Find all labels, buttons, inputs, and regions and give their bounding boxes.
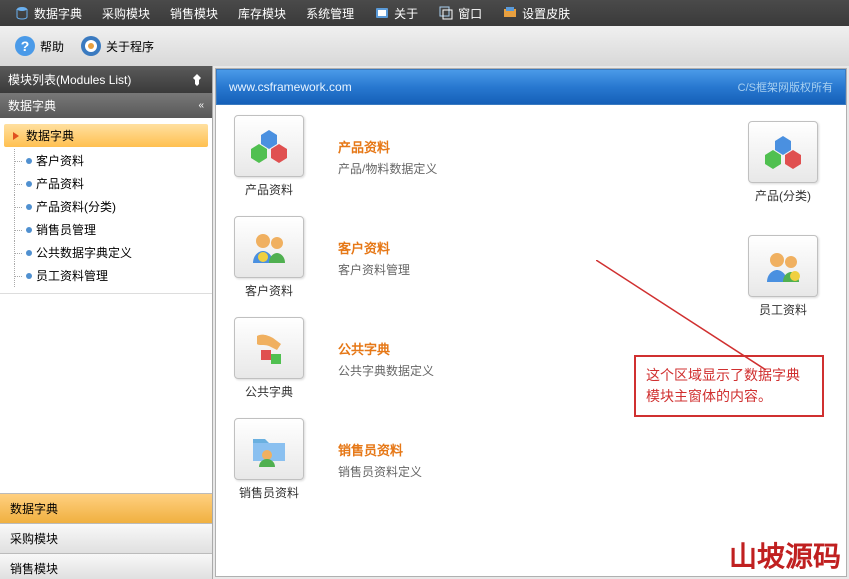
- tree-item-product[interactable]: 产品资料: [4, 172, 208, 195]
- toolbar-help-label: 帮助: [40, 38, 64, 55]
- bullet-icon: [26, 250, 32, 256]
- tree-item-employee[interactable]: 员工资料管理: [4, 264, 208, 287]
- section-title: 数据字典: [8, 97, 56, 114]
- tree-item-product-cat[interactable]: 产品资料(分类): [4, 195, 208, 218]
- folder-user-icon: [249, 429, 289, 469]
- skin-icon: [502, 5, 518, 21]
- toolbar-about-program[interactable]: 关于程序: [72, 31, 162, 61]
- menu-system[interactable]: 系统管理: [296, 1, 364, 26]
- cubes-icon: [763, 132, 803, 172]
- tile-product[interactable]: 产品资料: [230, 115, 308, 198]
- main-container: 模块列表(Modules List) 数据字典 « 数据字典 客户资料 产品资料…: [0, 66, 849, 579]
- tree-root-item[interactable]: 数据字典: [4, 124, 208, 147]
- help-icon: ?: [14, 35, 36, 57]
- menu-sales[interactable]: 销售模块: [160, 1, 228, 26]
- window-icon: [438, 5, 454, 21]
- info-icon: [374, 5, 390, 21]
- watermark: 山坡源码: [729, 535, 841, 575]
- bullet-icon: [26, 204, 32, 210]
- users-icon: [249, 227, 289, 267]
- sidebar-title: 模块列表(Modules List): [8, 71, 131, 88]
- about-program-icon: [80, 35, 102, 57]
- bullet-icon: [26, 158, 32, 164]
- content-header-copyright: C/S框架网版权所有: [738, 79, 833, 95]
- bottom-item-sales[interactable]: 销售模块: [0, 553, 212, 579]
- menu-window[interactable]: 窗口: [428, 1, 492, 26]
- tree-view: 数据字典 客户资料 产品资料 产品资料(分类) 销售员管理 公共数据字典定义 员…: [0, 118, 212, 293]
- arrow-right-icon: [10, 130, 22, 142]
- chevron-left-icon: «: [198, 100, 204, 111]
- tree-root-label: 数据字典: [26, 127, 74, 144]
- desc-product: 产品资料 产品/物料数据定义: [338, 137, 498, 177]
- menu-inventory[interactable]: 库存模块: [228, 1, 296, 26]
- desc-salesperson: 销售员资料 销售员资料定义: [338, 440, 498, 480]
- toolbar-help[interactable]: ? 帮助: [6, 31, 72, 61]
- svg-text:?: ?: [21, 38, 30, 54]
- bottom-accordion: 数据字典 采购模块 销售模块: [0, 493, 212, 579]
- module-row-product: 产品资料 产品资料 产品/物料数据定义: [230, 115, 832, 198]
- menu-about[interactable]: 关于: [364, 1, 428, 26]
- bullet-icon: [26, 181, 32, 187]
- toolbar: ? 帮助 关于程序: [0, 26, 849, 66]
- menu-data-dict[interactable]: 数据字典: [4, 1, 92, 26]
- menu-purchase[interactable]: 采购模块: [92, 1, 160, 26]
- tile-product-category[interactable]: 产品(分类): [744, 121, 822, 204]
- pin-icon[interactable]: [190, 73, 204, 87]
- bullet-icon: [26, 227, 32, 233]
- toolbar-about-label: 关于程序: [106, 38, 154, 55]
- annotation-box: 这个区域显示了数据字典模块主窗体的内容。: [634, 355, 824, 417]
- cubes-icon: [249, 126, 289, 166]
- sidebar: 模块列表(Modules List) 数据字典 « 数据字典 客户资料 产品资料…: [0, 66, 213, 579]
- bullet-icon: [26, 273, 32, 279]
- content-area: www.csframework.com C/S框架网版权所有 产品资料 产品资料…: [215, 68, 847, 577]
- tile-customer[interactable]: 客户资料: [230, 216, 308, 299]
- tree-item-public-dict[interactable]: 公共数据字典定义: [4, 241, 208, 264]
- bottom-item-data-dict[interactable]: 数据字典: [0, 493, 212, 523]
- module-row-salesperson: 销售员资料 销售员资料 销售员资料定义: [230, 418, 832, 501]
- content-header-url: www.csframework.com: [229, 80, 352, 94]
- tree-item-salesperson[interactable]: 销售员管理: [4, 218, 208, 241]
- sidebar-header: 模块列表(Modules List): [0, 66, 212, 93]
- menu-skin[interactable]: 设置皮肤: [492, 1, 580, 26]
- hand-cubes-icon: [249, 328, 289, 368]
- menubar: 数据字典 采购模块 销售模块 库存模块 系统管理 关于 窗口 设置皮肤: [0, 0, 849, 26]
- desc-public-dict: 公共字典 公共字典数据定义: [338, 339, 498, 379]
- content-header: www.csframework.com C/S框架网版权所有: [216, 69, 846, 105]
- db-icon: [14, 5, 30, 21]
- bottom-item-purchase[interactable]: 采购模块: [0, 523, 212, 553]
- tile-public-dict[interactable]: 公共字典: [230, 317, 308, 400]
- content-body: 产品资料 产品资料 产品/物料数据定义 客户资料 客户资料 客户资料管理: [216, 105, 846, 576]
- tile-salesperson[interactable]: 销售员资料: [230, 418, 308, 501]
- section-header-data-dict[interactable]: 数据字典 «: [0, 93, 212, 118]
- tree-item-customer[interactable]: 客户资料: [4, 149, 208, 172]
- tree-spacer: [0, 293, 212, 493]
- desc-customer: 客户资料 客户资料管理: [338, 238, 498, 278]
